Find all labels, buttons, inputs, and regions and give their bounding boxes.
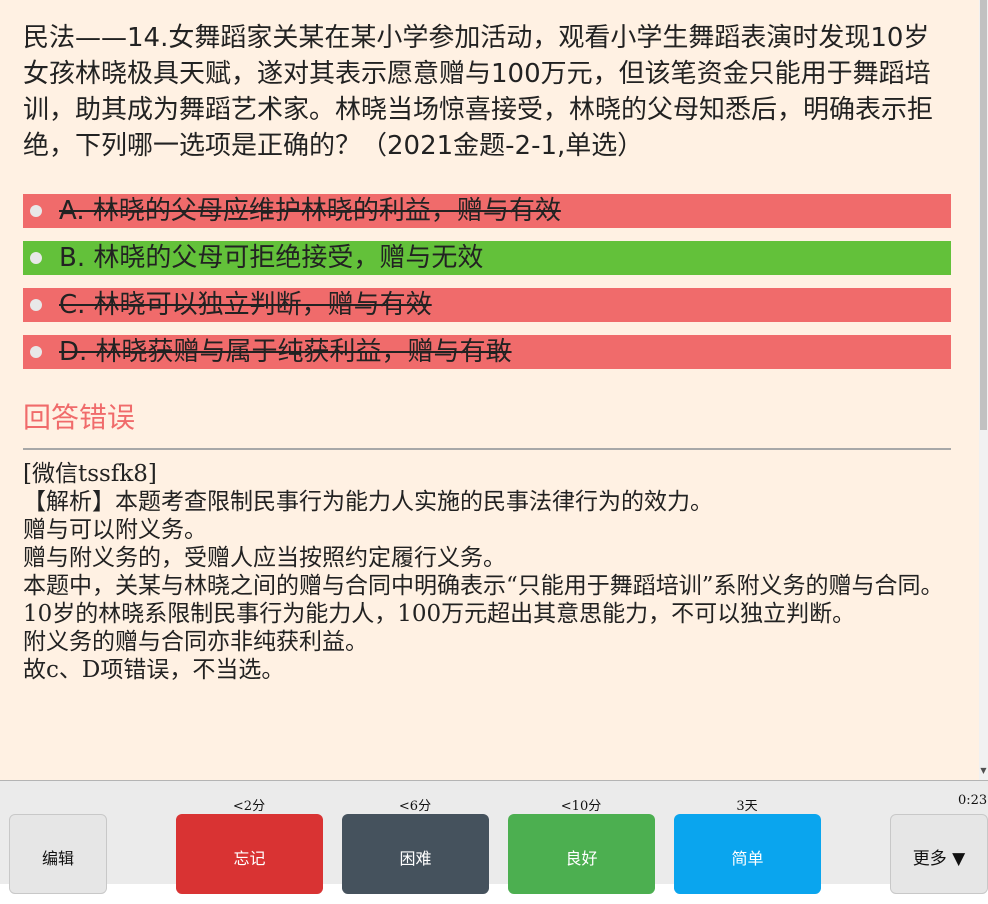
- explanation-line: 故c、D项错误，不当选。: [23, 657, 285, 683]
- explanation-line: 【解析】本题考查限制民事行为能力人实施的民事法律行为的效力。: [23, 489, 713, 515]
- triangle-down-icon[interactable]: ▼: [979, 764, 988, 778]
- explanation-line: 赠与可以附义务。: [23, 517, 207, 543]
- explanation-line: [微信tssfk8]: [23, 461, 157, 487]
- easy-interval: 3天: [736, 799, 758, 814]
- option-b[interactable]: B. 林晓的父母可拒绝接受，赠与无效: [23, 241, 951, 275]
- hard-interval: <6分: [398, 799, 432, 814]
- more-button[interactable]: 更多 ▼: [890, 814, 988, 894]
- explanation-line: 本题中，关某与林晓之间的赠与合同中明确表示“只能用于舞蹈培训”系附义务的赠与合同…: [23, 573, 944, 599]
- divider: [23, 448, 951, 450]
- option-a-label: A. 林晓的父母应维护林晓的利益，赠与有效: [59, 196, 561, 226]
- option-d-label: D. 林晓获赠与属于纯获利益，赠与有敢: [59, 337, 512, 367]
- option-a[interactable]: A. 林晓的父母应维护林晓的利益，赠与有效: [23, 194, 951, 228]
- easy-button[interactable]: 简单: [674, 814, 821, 894]
- radio-dot-icon: [30, 205, 42, 217]
- again-interval: <2分: [232, 799, 266, 814]
- radio-dot-icon: [30, 252, 42, 264]
- explanation-line: 赠与附义务的，受赠人应当按照约定履行义务。: [23, 545, 506, 571]
- answer-result: 回答错误: [23, 401, 136, 434]
- radio-dot-icon: [30, 346, 42, 358]
- again-button[interactable]: 忘记: [176, 814, 323, 894]
- explanation-line: 10岁的林晓系限制民事行为能力人，100万元超出其意思能力，不可以独立判断。: [23, 601, 856, 627]
- good-button[interactable]: 良好: [508, 814, 655, 894]
- option-b-label: B. 林晓的父母可拒绝接受，赠与无效: [59, 243, 484, 273]
- option-c-label: C. 林晓可以独立判断，赠与有效: [59, 290, 432, 320]
- option-c[interactable]: C. 林晓可以独立判断，赠与有效: [23, 288, 951, 322]
- good-interval: <10分: [560, 799, 602, 814]
- vertical-scrollbar[interactable]: ▼: [979, 0, 988, 780]
- review-timer: 0:23: [958, 793, 988, 808]
- question-text: 民法——14.女舞蹈家关某在某小学参加活动，观看小学生舞蹈表演时发现10岁女孩林…: [23, 23, 934, 161]
- edit-button[interactable]: 编辑: [9, 814, 107, 894]
- explanation-text: [微信tssfk8] 【解析】本题考查限制民事行为能力人实施的民事法律行为的效力…: [23, 460, 958, 684]
- explanation-line: 附义务的赠与合同亦非纯获利益。: [23, 629, 368, 655]
- card-content: 民法——14.女舞蹈家关某在某小学参加活动，观看小学生舞蹈表演时发现10岁女孩林…: [0, 0, 979, 780]
- option-d[interactable]: D. 林晓获赠与属于纯获利益，赠与有敢: [23, 335, 951, 369]
- hard-button[interactable]: 困难: [342, 814, 489, 894]
- scrollbar-thumb[interactable]: [980, 0, 987, 430]
- radio-dot-icon: [30, 299, 42, 311]
- review-bottom-bar: 编辑 <2分 忘记 <6分 困难 <10分 良好 3天 简单 更多 ▼ 0:23: [0, 780, 988, 894]
